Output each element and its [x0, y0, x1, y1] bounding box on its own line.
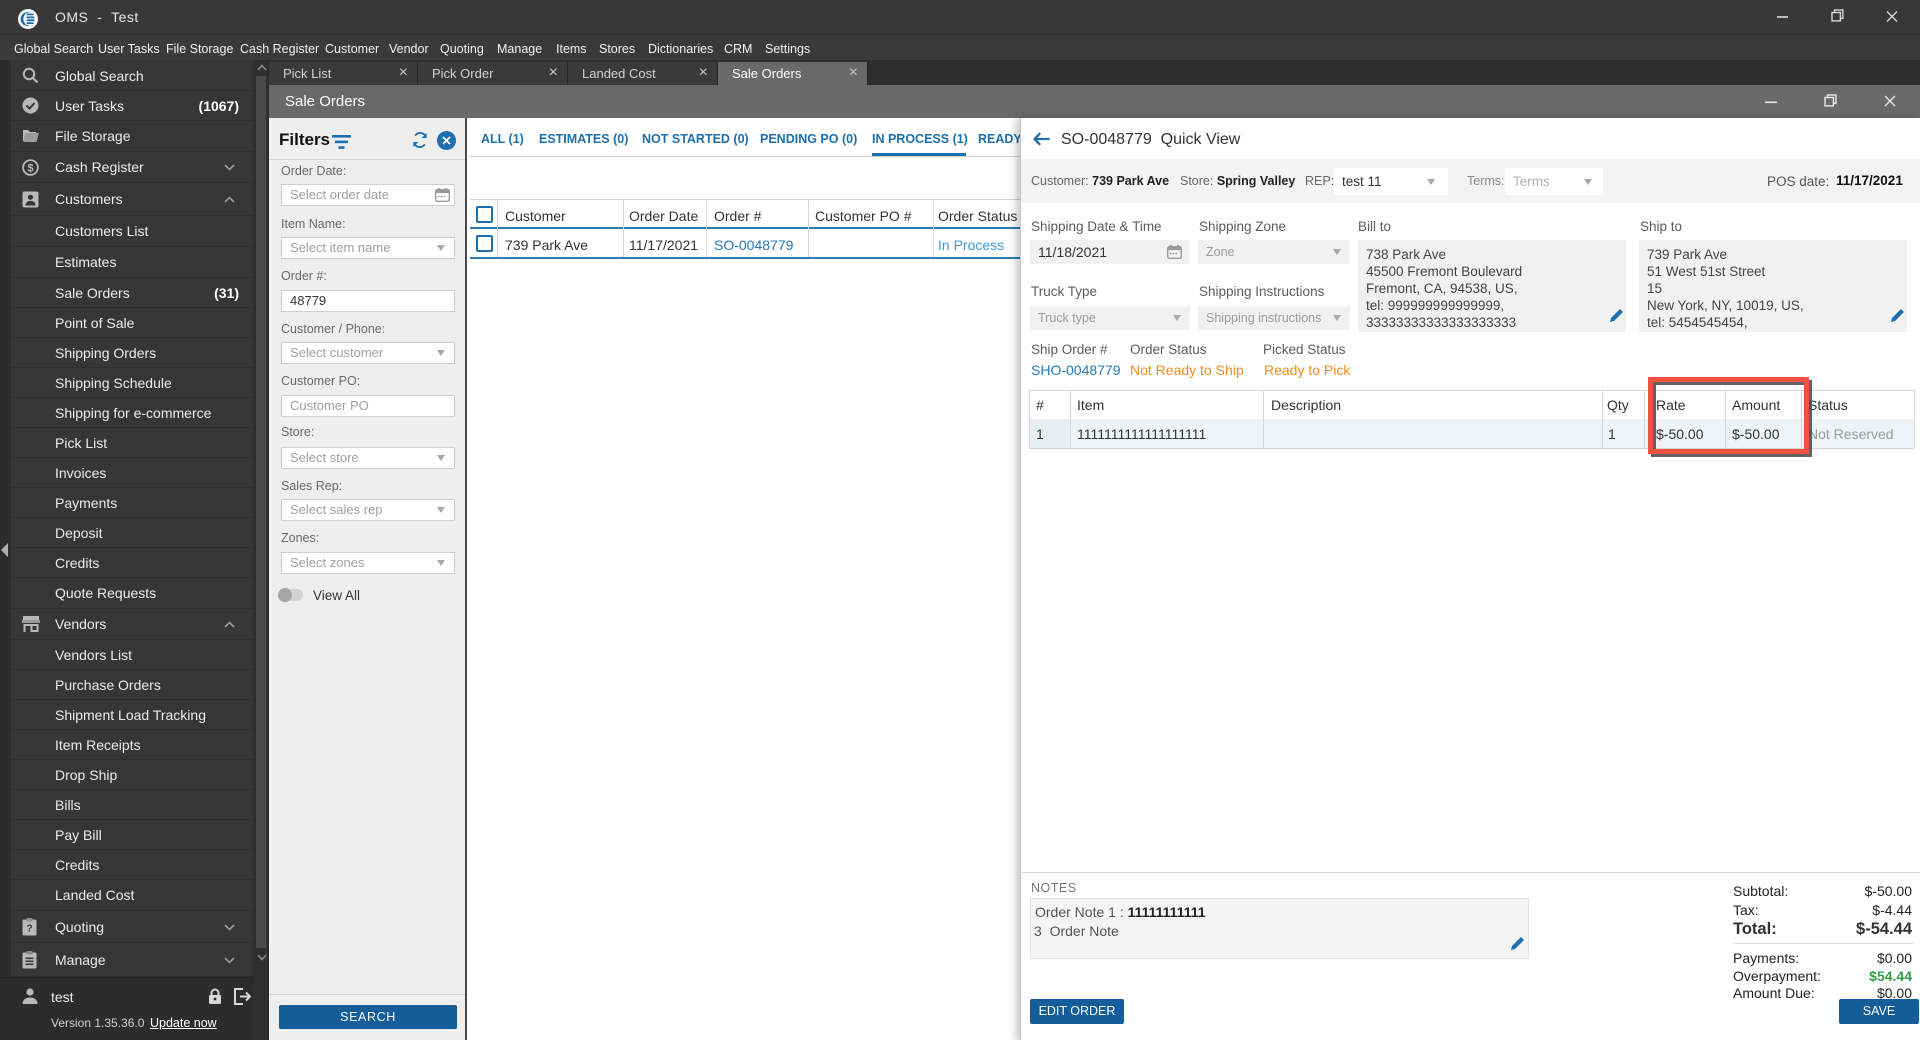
- svg-text:?: ?: [26, 924, 32, 935]
- svg-text:$: $: [27, 162, 33, 174]
